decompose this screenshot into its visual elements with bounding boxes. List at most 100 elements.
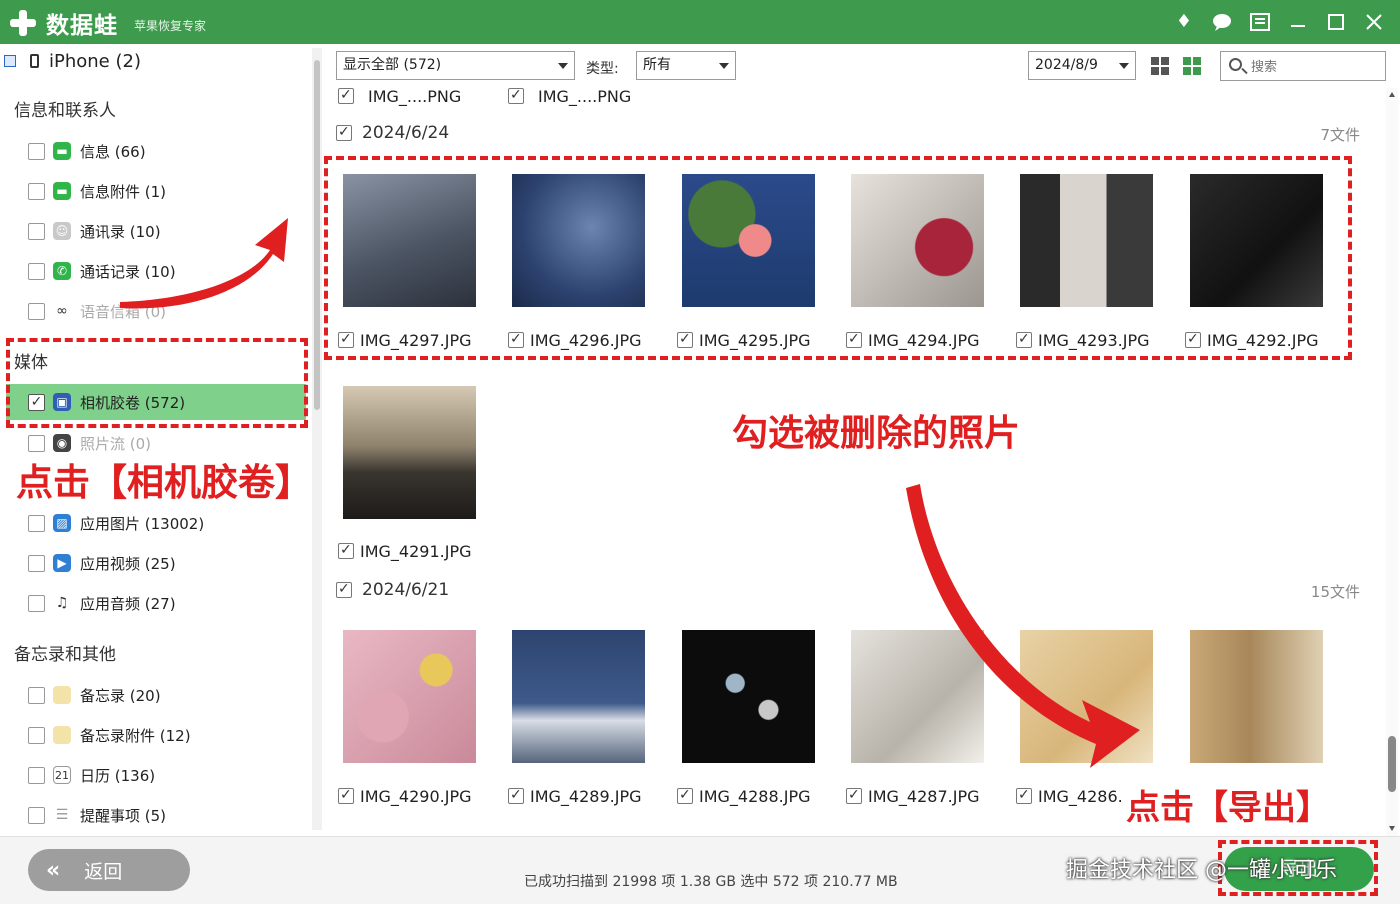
sidebar-item-app-audio[interactable]: ♫ 应用音频 (27)	[28, 592, 308, 614]
main-scroll-thumb[interactable]	[1388, 736, 1396, 792]
title-bar: 数据蛙 苹果恢复专家 ♦	[0, 0, 1400, 44]
checkbox[interactable]	[846, 787, 862, 804]
scroll-down-arrow-icon[interactable]	[1389, 826, 1395, 831]
app-audio-icon: ♫	[55, 595, 69, 611]
checkbox[interactable]	[338, 88, 354, 104]
checkbox[interactable]	[28, 182, 45, 200]
sidebar-scroll-thumb[interactable]	[314, 60, 320, 410]
search-box[interactable]	[1220, 51, 1386, 81]
sidebar-item-contacts[interactable]: ☺ 通讯录 (10)	[28, 220, 308, 242]
checkbox[interactable]	[28, 434, 45, 452]
photo-thumbnail[interactable]	[343, 630, 476, 763]
checkbox[interactable]	[28, 302, 45, 320]
photo-thumbnail[interactable]	[1020, 630, 1153, 763]
checkbox[interactable]	[1016, 787, 1032, 804]
sidebar-scrollbar[interactable]	[312, 48, 322, 830]
close-icon[interactable]	[1360, 8, 1388, 36]
menu-icon[interactable]	[1246, 8, 1274, 36]
file-item[interactable]: IMG_4289.JPG	[508, 785, 673, 807]
sidebar-item-notes[interactable]: 备忘录 (20)	[28, 684, 308, 706]
photo-thumbnail[interactable]	[343, 386, 476, 519]
checkbox[interactable]	[336, 581, 352, 598]
group-date: 2024/6/24	[362, 123, 450, 143]
sidebar-item-reminders[interactable]: ☰ 提醒事项 (5)	[28, 804, 308, 826]
file-item[interactable]: IMG_....PNG	[508, 88, 673, 107]
photo-thumbnail[interactable]	[512, 630, 645, 763]
checkbox[interactable]	[28, 222, 45, 240]
sidebar-item-calendar[interactable]: 21 日历 (136)	[28, 764, 308, 786]
type-select[interactable]: 所有	[636, 51, 736, 80]
sidebar-item-label: 提醒事项 (5)	[80, 806, 167, 825]
file-item[interactable]: IMG_4290.JPG	[338, 785, 503, 807]
file-name: IMG_4288.JPG	[699, 786, 811, 806]
minimize-icon[interactable]	[1284, 8, 1312, 36]
chevron-down-icon	[719, 63, 729, 69]
app-logo: 数据蛙 苹果恢复专家	[8, 6, 206, 40]
checkbox[interactable]	[28, 142, 45, 160]
sidebar-item-app-videos[interactable]: ▶ 应用视频 (25)	[28, 552, 308, 574]
chat-icon[interactable]	[1208, 8, 1236, 36]
maximize-icon[interactable]	[1322, 8, 1350, 36]
checkbox[interactable]	[28, 726, 45, 744]
sidebar-item-notes-attachments[interactable]: 备忘录附件 (12)	[28, 724, 308, 746]
type-label: 类型:	[586, 61, 619, 77]
sidebar-item-call-log[interactable]: ✆ 通话记录 (10)	[28, 260, 308, 282]
app-subtitle: 苹果恢复专家	[134, 18, 207, 33]
file-item[interactable]: IMG_4291.JPG	[338, 540, 503, 562]
checkbox[interactable]	[28, 594, 45, 612]
search-input[interactable]	[1251, 56, 1371, 76]
photo-thumbnail[interactable]	[682, 630, 815, 763]
file-name: IMG_4289.JPG	[530, 786, 642, 806]
checkbox[interactable]	[28, 514, 45, 532]
checkbox[interactable]	[28, 262, 45, 280]
diamond-icon[interactable]: ♦	[1170, 8, 1198, 36]
thumbnail-view-button[interactable]	[1180, 53, 1206, 79]
sidebar-item-photo-stream[interactable]: ◉ 照片流 (0)	[28, 432, 308, 454]
tree-expand-icon[interactable]	[4, 55, 16, 67]
file-item[interactable]: IMG_4287.JPG	[846, 785, 1011, 807]
checkbox[interactable]	[338, 542, 354, 559]
main-scrollbar[interactable]	[1386, 88, 1398, 836]
file-name: IMG_4291.JPG	[360, 541, 472, 561]
sidebar-item-app-photos[interactable]: ▨ 应用图片 (13002)	[28, 512, 308, 534]
sidebar-item-message-attachments[interactable]: ▬ 信息附件 (1)	[28, 180, 308, 202]
file-item[interactable]: IMG_4288.JPG	[677, 785, 842, 807]
sidebar-item-label: 备忘录 (20)	[80, 686, 161, 705]
section-title-messages: 信息和联系人	[14, 101, 116, 121]
voicemail-icon: ∞	[56, 303, 68, 319]
sidebar-item-label: 通话记录 (10)	[80, 262, 176, 281]
checkbox[interactable]	[338, 787, 354, 804]
watermark: 掘金技术社区 @一罐小可乐	[1066, 858, 1337, 883]
sidebar-item-label: 应用音频 (27)	[80, 594, 176, 613]
photo-thumbnail[interactable]	[1190, 630, 1323, 763]
checkbox[interactable]	[28, 686, 45, 704]
annotation-click-camera-roll: 点击【相机胶卷】	[16, 461, 312, 504]
camera-icon: ◉	[53, 434, 71, 452]
checkbox[interactable]	[677, 787, 693, 804]
checkbox[interactable]	[508, 787, 524, 804]
date-group-header[interactable]: 2024/6/24	[336, 122, 449, 144]
checkbox[interactable]	[508, 88, 524, 104]
checkbox[interactable]	[28, 554, 45, 572]
grid-view-button[interactable]	[1148, 53, 1174, 79]
plus-logo-icon	[8, 8, 38, 38]
back-button[interactable]: « 返回	[28, 849, 190, 891]
date-select[interactable]: 2024/8/9	[1028, 51, 1136, 80]
photo-thumbnail[interactable]	[851, 630, 984, 763]
checkbox[interactable]	[336, 124, 352, 141]
reminder-icon: ☰	[55, 807, 69, 823]
sidebar-item-label: 照片流 (0)	[80, 434, 152, 453]
file-item[interactable]: IMG_....PNG	[338, 88, 503, 107]
device-node[interactable]: iPhone (2)	[4, 50, 141, 72]
file-name: IMG_....PNG	[538, 88, 632, 106]
filter-select[interactable]: 显示全部 (572)	[336, 51, 575, 80]
sidebar-item-voicemail[interactable]: ∞ 语音信箱 (0)	[28, 300, 308, 322]
sidebar-item-messages[interactable]: ▬ 信息 (66)	[28, 140, 308, 162]
phone-icon: ✆	[53, 262, 71, 280]
chevron-down-icon	[558, 63, 568, 69]
checkbox[interactable]	[28, 806, 45, 824]
date-group-header[interactable]: 2024/6/21	[336, 579, 449, 601]
toolbar: 显示全部 (572) 类型: 所有 2024/8/9	[326, 44, 1400, 88]
checkbox[interactable]	[28, 766, 45, 784]
scroll-up-arrow-icon[interactable]	[1389, 92, 1395, 97]
